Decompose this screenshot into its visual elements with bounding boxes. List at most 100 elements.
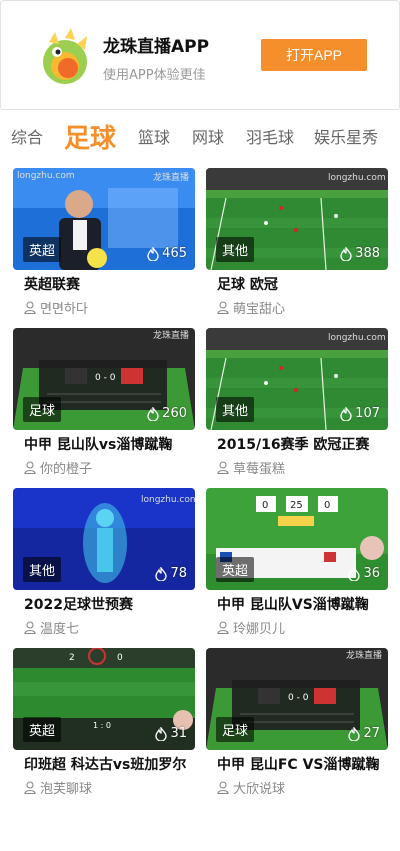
view-count-value: 36 — [363, 566, 380, 581]
stream-title[interactable]: 中甲 昆山队vs淄博蹴鞠 — [24, 434, 190, 454]
category-badge: 其他 — [216, 237, 255, 262]
svg-text:longzhu.com: longzhu.com — [141, 495, 195, 505]
view-count-value: 31 — [170, 726, 187, 741]
user-icon — [24, 781, 36, 794]
user-icon — [24, 301, 36, 314]
view-count-value: 260 — [162, 406, 187, 421]
streamer: 温度七 — [24, 618, 79, 637]
stream-thumbnail[interactable]: 龙珠直播 longzhu.com 英超 465 — [13, 168, 195, 270]
flame-icon — [155, 726, 168, 741]
app-download-banner: 龙珠直播APP 使用APP体验更佳 打开APP — [0, 0, 400, 110]
streamer: 草莓蛋糕 — [217, 458, 285, 477]
tab-zonghe[interactable]: 综合 — [11, 124, 43, 148]
tab-tennis[interactable]: 网球 — [192, 124, 224, 148]
stream-thumbnail[interactable]: 2 0 1 : 0 英超 31 — [13, 648, 195, 750]
stream-title[interactable]: 英超联赛 — [24, 274, 190, 294]
svg-text:0 - 0: 0 - 0 — [95, 373, 116, 383]
svg-text:longzhu.com: longzhu.com — [328, 173, 386, 183]
stream-card[interactable]: longzhu.com 其他 107 2015/16赛季 欧冠正赛 草莓蛋糕 — [206, 328, 388, 480]
category-badge: 足球 — [216, 717, 255, 742]
dragon-logo-icon — [43, 28, 87, 84]
streamer-name: 草莓蛋糕 — [233, 462, 286, 477]
svg-text:0: 0 — [324, 500, 330, 511]
user-icon — [24, 461, 36, 474]
flame-icon — [155, 566, 168, 581]
stream-thumbnail[interactable]: longzhu.com 其他 107 — [206, 328, 388, 430]
svg-text:0: 0 — [117, 653, 123, 663]
view-count: 27 — [348, 726, 380, 741]
stream-card[interactable]: longzhu.com 其他 78 2022足球世预赛 温度七 — [13, 488, 195, 640]
user-icon — [217, 461, 229, 474]
stream-card[interactable]: 0 - 0 龙珠直播 足球 260 中甲 昆山队vs淄博蹴鞠 你的橙子 — [13, 328, 195, 480]
svg-text:0 - 0: 0 - 0 — [288, 693, 309, 703]
stream-thumbnail[interactable]: 0 25 0 英超 36 — [206, 488, 388, 590]
svg-text:0: 0 — [262, 500, 268, 511]
stream-title[interactable]: 2022足球世预赛 — [24, 594, 190, 614]
svg-text:龙珠直播: 龙珠直播 — [153, 171, 189, 183]
view-count-value: 388 — [355, 246, 380, 261]
view-count: 78 — [155, 566, 187, 581]
stream-card[interactable]: 0 25 0 英超 36 中甲 昆山队VS淄博蹴鞠 玲娜贝儿 — [206, 488, 388, 640]
svg-text:longzhu.com: longzhu.com — [17, 171, 75, 181]
stream-card[interactable]: 2 0 1 : 0 英超 31 印班超 科达古vs班加罗尔 泡芙聊球 — [13, 648, 195, 800]
tab-badminton[interactable]: 羽毛球 — [246, 124, 294, 148]
app-title: 龙珠直播APP — [103, 37, 210, 57]
streamer-name: 你的橙子 — [40, 462, 93, 477]
streamer-name: 玲娜贝儿 — [233, 622, 286, 637]
flame-icon — [147, 406, 159, 421]
svg-text:2: 2 — [69, 653, 75, 663]
view-count: 465 — [147, 246, 187, 261]
tab-football[interactable]: 足球 — [64, 118, 116, 155]
view-count: 388 — [340, 246, 380, 261]
flame-icon — [147, 246, 159, 261]
view-count: 260 — [147, 406, 187, 421]
user-icon — [217, 621, 229, 634]
stream-title[interactable]: 中甲 昆山FC VS淄博蹴鞠 — [217, 754, 383, 774]
streamer: 萌宝甜心 — [217, 298, 285, 317]
stream-card[interactable]: 龙珠直播 longzhu.com 英超 465 英超联赛 면면하다 — [13, 168, 195, 320]
category-tabs: 综合 足球 篮球 网球 羽毛球 娱乐星秀 — [0, 110, 400, 164]
svg-text:25: 25 — [290, 500, 303, 511]
user-icon — [217, 301, 229, 314]
flame-icon — [348, 726, 361, 741]
view-count: 107 — [340, 406, 380, 421]
stream-thumbnail[interactable]: longzhu.com 其他 388 — [206, 168, 388, 270]
stream-title[interactable]: 足球 欧冠 — [217, 274, 383, 294]
streamer: 你的橙子 — [24, 458, 92, 477]
view-count-value: 465 — [162, 246, 187, 261]
view-count: 36 — [348, 566, 380, 581]
stream-title[interactable]: 印班超 科达古vs班加罗尔 — [24, 754, 190, 774]
stream-title[interactable]: 中甲 昆山队VS淄博蹴鞠 — [217, 594, 383, 614]
category-badge: 英超 — [216, 557, 255, 582]
flame-icon — [340, 246, 352, 261]
tab-basketball[interactable]: 篮球 — [138, 124, 170, 148]
tab-entertainment[interactable]: 娱乐星秀 — [314, 124, 378, 148]
streamer-name: 면면하다 — [40, 302, 88, 317]
stream-card[interactable]: longzhu.com 其他 388 足球 欧冠 萌宝甜心 — [206, 168, 388, 320]
user-icon — [217, 781, 229, 794]
view-count-value: 27 — [363, 726, 380, 741]
streamer-name: 泡芙聊球 — [40, 782, 93, 797]
stream-thumbnail[interactable]: longzhu.com 其他 78 — [13, 488, 195, 590]
open-app-button[interactable]: 打开APP — [261, 39, 367, 71]
svg-text:longzhu.com: longzhu.com — [328, 333, 386, 343]
view-count-value: 78 — [170, 566, 187, 581]
category-badge: 足球 — [23, 397, 62, 422]
streamer: 大欣说球 — [217, 778, 285, 797]
user-icon — [24, 621, 36, 634]
flame-icon — [340, 406, 352, 421]
svg-text:龙珠直播: 龙珠直播 — [346, 649, 382, 661]
app-subtitle: 使用APP体验更佳 — [103, 68, 206, 83]
stream-thumbnail[interactable]: 0 - 0 龙珠直播 足球 27 — [206, 648, 388, 750]
streamer-name: 温度七 — [40, 622, 80, 637]
streamer: 玲娜贝儿 — [217, 618, 285, 637]
category-badge: 英超 — [23, 237, 62, 262]
svg-text:1 : 0: 1 : 0 — [93, 721, 111, 730]
streamer: 泡芙聊球 — [24, 778, 92, 797]
stream-card[interactable]: 0 - 0 龙珠直播 足球 27 中甲 昆山FC VS淄博蹴鞠 大欣说球 — [206, 648, 388, 800]
stream-thumbnail[interactable]: 0 - 0 龙珠直播 足球 260 — [13, 328, 195, 430]
view-count-value: 107 — [355, 406, 380, 421]
streamer-name: 大欣说球 — [233, 782, 286, 797]
svg-text:龙珠直播: 龙珠直播 — [153, 329, 189, 341]
stream-title[interactable]: 2015/16赛季 欧冠正赛 — [217, 434, 383, 454]
